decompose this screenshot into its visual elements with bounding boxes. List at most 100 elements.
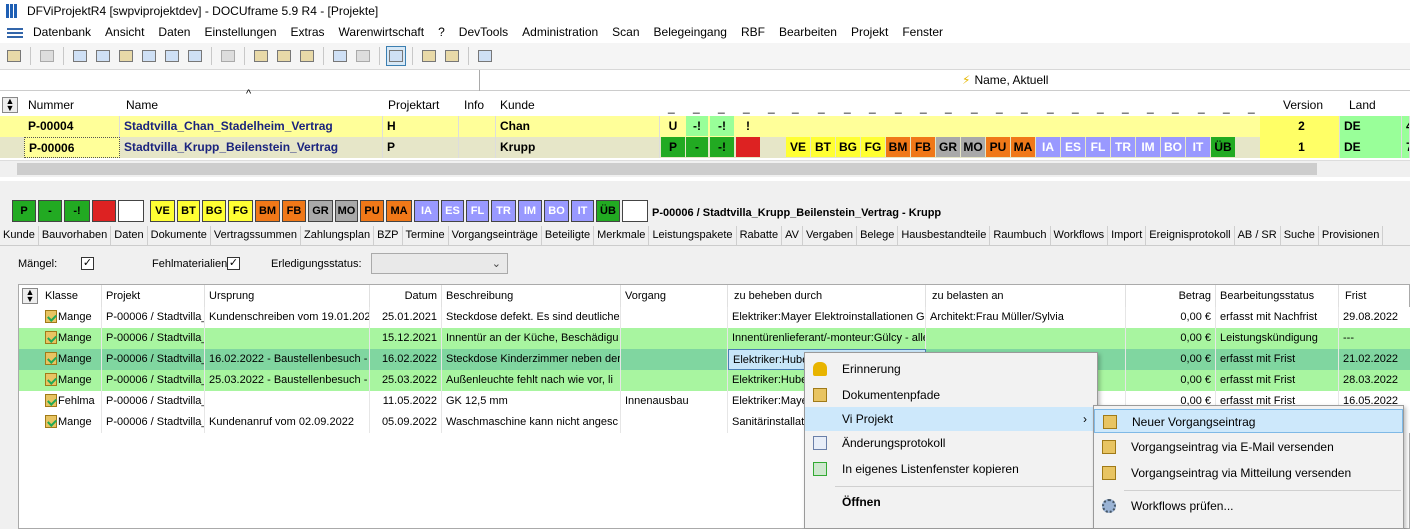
- submenu-item-mitteilung[interactable]: Vorgangseintrag via Mitteilung versenden: [1094, 461, 1403, 485]
- col-klasse[interactable]: Klasse: [41, 285, 102, 307]
- menu-item-vi-projekt[interactable]: Vi Projekt ›: [805, 407, 1097, 431]
- folder-icon[interactable]: [116, 46, 136, 66]
- flag-column-header[interactable]: _: [818, 96, 825, 118]
- tab-kunde[interactable]: Kunde: [0, 226, 39, 245]
- menu-belegeingang[interactable]: Belegeingang: [647, 22, 734, 43]
- flag-column-header[interactable]: _: [768, 96, 775, 118]
- flag-column-header[interactable]: _: [1198, 96, 1205, 118]
- search-icon[interactable]: [330, 46, 350, 66]
- flag-column-header[interactable]: _: [1072, 96, 1079, 118]
- tab-belege[interactable]: Belege: [857, 226, 899, 245]
- flag-column-header[interactable]: _: [1122, 96, 1129, 118]
- flag-column-header[interactable]: _: [1172, 96, 1179, 118]
- search-disabled-icon[interactable]: [353, 46, 373, 66]
- col-projekt[interactable]: Projekt: [102, 285, 205, 307]
- table-row[interactable]: Mange P-00006 / Stadtvilla_ 25.03.2022 - B…: [19, 370, 1410, 391]
- flag-column-header[interactable]: _: [1248, 96, 1255, 118]
- erledigung-dropdown[interactable]: ⌄: [371, 253, 508, 274]
- menu-warenwirtschaft[interactable]: Warenwirtschaft: [332, 22, 432, 43]
- menu-daten[interactable]: Daten: [151, 22, 197, 43]
- tab-termine[interactable]: Termine: [403, 226, 449, 245]
- view-toggle-icon[interactable]: [386, 46, 406, 66]
- menu-item-erinnerung[interactable]: Erinnerung: [805, 357, 1097, 381]
- menu-item-listenfenster[interactable]: In eigenes Listenfenster kopieren: [805, 457, 1097, 481]
- col-info[interactable]: Info: [464, 94, 484, 116]
- submenu-item-workflows[interactable]: Workflows prüfen...: [1094, 494, 1403, 518]
- tab-ereignisprotokoll[interactable]: Ereignisprotokoll: [1146, 226, 1235, 245]
- fehlmaterialien-checkbox[interactable]: ✓: [227, 257, 240, 270]
- tab-vorgangseintr-ge[interactable]: Vorgangseinträge: [449, 226, 542, 245]
- table-row[interactable]: Mange P-00006 / Stadtvilla_ Kundenschreibe…: [19, 307, 1410, 328]
- tab-suche[interactable]: Suche: [1281, 226, 1319, 245]
- flag-column-header[interactable]: _: [792, 96, 799, 118]
- scrollbar-thumb[interactable]: [17, 163, 1317, 175]
- print-icon[interactable]: [37, 46, 57, 66]
- flag-column-header[interactable]: _: [844, 96, 851, 118]
- col-betrag[interactable]: Betrag: [1126, 285, 1216, 307]
- col-kunde[interactable]: Kunde: [500, 94, 535, 116]
- flag-column-header[interactable]: _: [718, 96, 725, 118]
- tab-ab-sr[interactable]: AB / SR: [1235, 226, 1281, 245]
- tab-bzp[interactable]: BZP: [374, 226, 403, 245]
- tag-icon[interactable]: [139, 46, 159, 66]
- col-ursprung[interactable]: Ursprung: [205, 285, 370, 307]
- col-vorgang[interactable]: Vorgang: [621, 285, 728, 307]
- export-icon[interactable]: [297, 46, 317, 66]
- tab-import[interactable]: Import: [1108, 226, 1147, 245]
- flag-column-header[interactable]: _: [1223, 96, 1230, 118]
- users-icon[interactable]: [419, 46, 439, 66]
- flag-column-header[interactable]: _: [895, 96, 902, 118]
- tab-beteiligte[interactable]: Beteiligte: [542, 226, 595, 245]
- list-icon[interactable]: [93, 46, 113, 66]
- col-land[interactable]: Land: [1349, 94, 1376, 116]
- new-document-icon[interactable]: [251, 46, 271, 66]
- table-row[interactable]: Mange P-00006 / Stadtvilla_ 16.02.2022 - B…: [19, 349, 1410, 370]
- col-zubelasten[interactable]: zu belasten an: [926, 285, 1126, 307]
- col-status[interactable]: Bearbeitungsstatus: [1216, 285, 1339, 307]
- tab-daten[interactable]: Daten: [111, 226, 148, 245]
- table-row[interactable]: P-00006 Stadtvilla_Krupp_Beilenstein_Ver…: [0, 137, 1410, 158]
- search-input[interactable]: [0, 70, 480, 91]
- tab-provisionen[interactable]: Provisionen: [1319, 226, 1384, 245]
- workflow-icon[interactable]: [475, 46, 495, 66]
- flag-column-header[interactable]: _: [668, 96, 675, 118]
- menu-bearbeiten[interactable]: Bearbeiten: [772, 22, 844, 43]
- menu-fenster[interactable]: Fenster: [895, 22, 950, 43]
- menu-extras[interactable]: Extras: [284, 22, 332, 43]
- open-icon[interactable]: [4, 46, 24, 66]
- flag-column-header[interactable]: _: [1147, 96, 1154, 118]
- flag-column-header[interactable]: _: [693, 96, 700, 118]
- menu-help[interactable]: ?: [431, 22, 452, 43]
- calendar-icon[interactable]: [185, 46, 205, 66]
- menu-administration[interactable]: Administration: [515, 22, 605, 43]
- flag-column-header[interactable]: _: [743, 96, 750, 118]
- horizontal-scrollbar[interactable]: [0, 160, 1410, 177]
- col-version[interactable]: Version: [1283, 94, 1323, 116]
- menu-rbf[interactable]: RBF: [734, 22, 772, 43]
- menu-item-dokumentenpfade[interactable]: Dokumentenpfade: [805, 383, 1097, 407]
- col-datum[interactable]: Datum: [370, 285, 442, 307]
- col-projektart[interactable]: Projektart: [388, 94, 439, 116]
- tab-av[interactable]: AV: [782, 226, 803, 245]
- tab-raumbuch[interactable]: Raumbuch: [990, 226, 1051, 245]
- flag-column-header[interactable]: _: [1021, 96, 1028, 118]
- menu-scan[interactable]: Scan: [605, 22, 646, 43]
- menu-einstellungen[interactable]: Einstellungen: [197, 22, 283, 43]
- col-frist[interactable]: Frist: [1339, 285, 1410, 307]
- flag-column-header[interactable]: _: [945, 96, 952, 118]
- user-add-icon[interactable]: [442, 46, 462, 66]
- tab-zahlungsplan[interactable]: Zahlungsplan: [301, 226, 375, 245]
- sort-label[interactable]: ⚡ Name, Aktuell: [962, 73, 1048, 87]
- menu-projekt[interactable]: Projekt: [844, 22, 895, 43]
- column-chooser-icon[interactable]: ▲ ▼: [2, 97, 18, 113]
- flag-column-header[interactable]: _: [971, 96, 978, 118]
- tab-vertragssummen[interactable]: Vertragssummen: [211, 226, 302, 245]
- menu-devtools[interactable]: DevTools: [452, 22, 515, 43]
- tab-vergaben[interactable]: Vergaben: [803, 226, 858, 245]
- tab-dokumente[interactable]: Dokumente: [148, 226, 211, 245]
- flag-column-header[interactable]: _: [869, 96, 876, 118]
- phone-icon[interactable]: [218, 46, 238, 66]
- menu-datenbank[interactable]: Datenbank: [26, 22, 98, 43]
- tab-rabatte[interactable]: Rabatte: [737, 226, 783, 245]
- flag-column-header[interactable]: _: [1097, 96, 1104, 118]
